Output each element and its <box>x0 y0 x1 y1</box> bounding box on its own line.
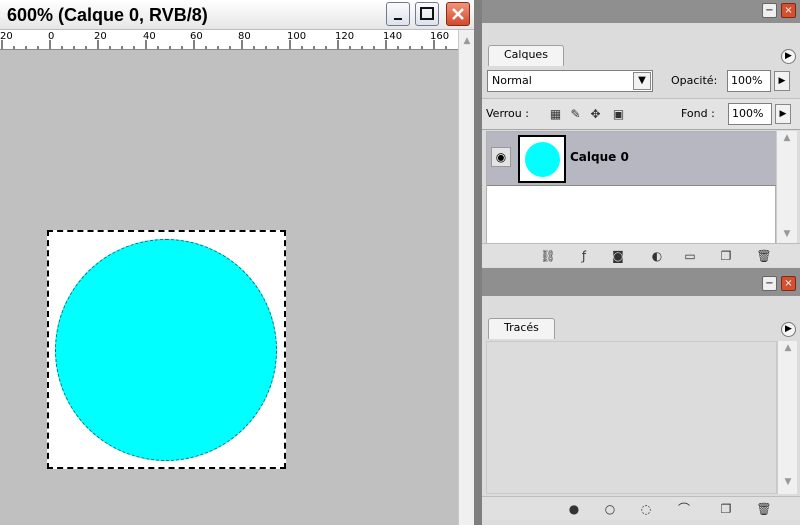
paths-panel: − × Tracés ▶ ▲ ▼ ● ○ ◌ ⌒ ❐ 🗑 <box>482 273 800 525</box>
fill-label: Fond : <box>681 107 715 120</box>
mask-icon[interactable]: ◙ <box>610 248 626 264</box>
eye-icon[interactable]: ◉ <box>491 147 511 167</box>
layers-panel-titlebar[interactable]: − × <box>482 0 800 23</box>
new-path-icon[interactable]: ❐ <box>718 501 734 517</box>
trash-icon[interactable]: 🗑 <box>756 501 772 517</box>
maximize-icon <box>420 7 434 20</box>
ruler-label: 60 <box>190 31 203 42</box>
maximize-button[interactable] <box>415 2 439 26</box>
panel-close-icon[interactable]: × <box>781 276 796 291</box>
panel-menu-icon[interactable]: ▶ <box>781 322 796 337</box>
cyan-circle-shape <box>55 239 277 461</box>
link-icon[interactable]: ⛓ <box>540 248 556 264</box>
layers-list: ◉ Calque 0 <box>486 131 776 247</box>
ruler-label: 140 <box>383 31 403 42</box>
lock-transparency-icon[interactable]: ▦ <box>548 107 563 122</box>
horizontal-ruler: 20 0 20 40 60 80 100 120 140 160 <box>0 30 458 50</box>
load-selection-icon[interactable]: ◌ <box>638 501 654 517</box>
blend-mode-select[interactable]: Normal ▼ <box>487 70 653 92</box>
scroll-up-icon[interactable]: ▲ <box>779 131 795 145</box>
layers-bottom-toolbar: ⛓ ƒ ◙ ◐ ▭ ❐ 🗑 <box>482 243 800 267</box>
scroll-down-icon[interactable]: ▼ <box>779 227 795 241</box>
opacity-input[interactable]: 100% <box>727 70 771 92</box>
layer-row[interactable]: ◉ Calque 0 <box>487 132 776 186</box>
close-button[interactable] <box>446 2 470 26</box>
layer-style-icon[interactable]: ƒ <box>576 248 592 264</box>
lock-fill-bar: Verrou : ▦ ✎ ✥ ▣ Fond : 100% ▶ <box>482 98 800 130</box>
ruler-label: 80 <box>238 31 251 42</box>
ruler-label: 120 <box>335 31 355 42</box>
make-path-icon[interactable]: ⌒ <box>676 501 692 517</box>
document-canvas[interactable] <box>47 230 286 469</box>
layer-thumbnail <box>518 135 566 183</box>
ruler-label: 20 <box>94 31 107 42</box>
minimize-icon <box>394 18 402 20</box>
panel-close-icon[interactable]: × <box>781 3 796 18</box>
document-titlebar[interactable]: 600% (Calque 0, RVB/8) <box>0 0 474 30</box>
paths-bottom-toolbar: ● ○ ◌ ⌒ ❐ 🗑 <box>482 496 800 520</box>
lock-position-icon[interactable]: ✥ <box>588 107 603 122</box>
canvas-area[interactable] <box>0 51 458 525</box>
panel-minimize-icon[interactable]: − <box>762 276 777 291</box>
lock-image-icon[interactable]: ✎ <box>568 107 583 122</box>
tab-traces[interactable]: Tracés <box>488 318 555 339</box>
fill-arrow-icon[interactable]: ▶ <box>775 104 791 124</box>
stroke-path-icon[interactable]: ○ <box>602 501 618 517</box>
fill-path-icon[interactable]: ● <box>566 501 582 517</box>
document-scrollbar[interactable]: ▲ <box>458 30 474 525</box>
document-title: 600% (Calque 0, RVB/8) <box>7 5 208 25</box>
tab-calques[interactable]: Calques <box>488 45 564 66</box>
paths-scrollbar[interactable]: ▲ ▼ <box>777 341 797 494</box>
blend-opacity-row: Normal ▼ Opacité: 100% ▶ <box>487 70 792 94</box>
scroll-up-icon[interactable]: ▲ <box>459 34 475 48</box>
new-layer-icon[interactable]: ❐ <box>718 248 734 264</box>
ruler-label: 0 <box>48 31 55 42</box>
panel-minimize-icon[interactable]: − <box>762 3 777 18</box>
trash-icon[interactable]: 🗑 <box>756 248 772 264</box>
workspace-divider <box>474 0 482 525</box>
blend-mode-value: Normal <box>492 74 532 87</box>
paths-list[interactable] <box>486 341 777 494</box>
minimize-button[interactable] <box>386 2 410 26</box>
document-window: 600% (Calque 0, RVB/8) 20 0 20 40 60 80 … <box>0 0 474 525</box>
layer-name[interactable]: Calque 0 <box>570 150 629 164</box>
ruler-label: 160 <box>430 31 450 42</box>
fill-input[interactable]: 100% <box>728 103 772 125</box>
layers-panel: − × Calques ▶ Normal ▼ Opacité: 100% ▶ V… <box>482 0 800 268</box>
lock-label: Verrou : <box>486 107 529 120</box>
ruler-label: 100 <box>287 31 307 42</box>
ruler-label: 20 <box>0 31 13 42</box>
scroll-down-icon[interactable]: ▼ <box>780 475 796 489</box>
chevron-down-icon[interactable]: ▼ <box>633 72 651 90</box>
panel-menu-icon[interactable]: ▶ <box>781 49 796 64</box>
lock-all-icon[interactable]: ▣ <box>611 107 626 122</box>
opacity-arrow-icon[interactable]: ▶ <box>774 71 790 91</box>
close-icon <box>452 8 464 20</box>
adjustment-layer-icon[interactable]: ◐ <box>649 248 665 264</box>
new-group-icon[interactable]: ▭ <box>682 248 698 264</box>
ruler-label: 40 <box>143 31 156 42</box>
opacity-label: Opacité: <box>671 74 718 87</box>
paths-panel-titlebar[interactable]: − × <box>482 273 800 296</box>
thumbnail-shape <box>525 142 560 177</box>
scroll-up-icon[interactable]: ▲ <box>780 341 796 355</box>
